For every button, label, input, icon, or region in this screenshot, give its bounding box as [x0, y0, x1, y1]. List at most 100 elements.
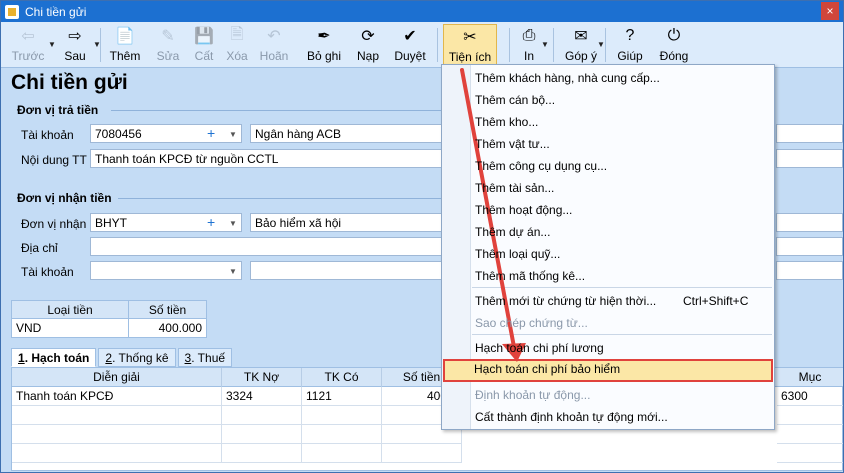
payee-account-extra-input[interactable] [250, 261, 450, 280]
print-dropdown-icon[interactable]: ▼ [541, 40, 549, 49]
grid-cell[interactable] [302, 425, 382, 444]
payer-bank-input-tail[interactable] [776, 124, 843, 143]
tab-3[interactable]: 3. Thuế [177, 348, 233, 367]
next-dropdown-icon[interactable]: ▼ [93, 40, 101, 49]
toolbar-button-12[interactable]: ✉ Góp ý [561, 24, 601, 66]
grid-cell[interactable] [302, 406, 382, 425]
prev-dropdown-icon[interactable]: ▼ [48, 40, 56, 49]
grid-cell[interactable] [12, 444, 222, 463]
menu-item[interactable]: Thêm vật tư... [475, 133, 771, 155]
menu-item[interactable]: Thêm dự án... [475, 221, 771, 243]
menu-item[interactable]: Cất thành định khoản tự động mới... [475, 406, 771, 428]
grid-header-2[interactable]: TK Có [302, 368, 382, 387]
toolbar-button-6[interactable]: ↶ Hoãn [257, 24, 291, 66]
grid-cell[interactable] [777, 406, 843, 425]
grid-cell[interactable]: Thanh toán KPCĐ [12, 387, 222, 406]
feedback-dropdown-icon[interactable]: ▼ [597, 40, 605, 49]
grid-header-1[interactable]: TK Nợ [222, 368, 302, 387]
toolbar-button-11[interactable]: ⎙ In [517, 24, 541, 66]
grid-cell[interactable]: 1121 [302, 387, 382, 406]
menu-item-insurance-cost[interactable]: Hạch toán chi phí bảo hiểm [474, 358, 770, 380]
grid-cell[interactable] [12, 406, 222, 425]
toolbar-button-2[interactable]: 📄 Thêm [107, 24, 143, 66]
menu-item-label: Hạch toán chi phí bảo hiểm [474, 362, 621, 376]
grid-cell[interactable] [777, 444, 843, 463]
reload-icon: ⟳ [361, 28, 375, 45]
arrow-right-icon: ⇨ [68, 28, 82, 45]
toolbar-button-7[interactable]: ✒ Bỏ ghi [303, 24, 345, 66]
menu-item[interactable]: Thêm mã thống kê... [475, 265, 771, 287]
tab-1[interactable]: 1. Hạch toán [11, 348, 97, 367]
menu-item-label: Thêm cán bộ... [475, 93, 556, 107]
grid-header-0[interactable]: Diễn giải [12, 368, 222, 387]
grid-cell[interactable] [222, 444, 302, 463]
menu-item[interactable]: Thêm hoạt động... [475, 199, 771, 221]
payer-account-value: 7080456 [95, 127, 142, 141]
menu-item[interactable]: Định khoản tự động... [475, 384, 771, 406]
tab-2[interactable]: 2. Thống kê [98, 348, 176, 367]
menu-item[interactable]: Sao chép chứng từ... [475, 312, 771, 334]
menu-item-label: Thêm hoạt động... [475, 203, 573, 217]
payer-bank-name: Ngân hàng ACB [255, 127, 342, 141]
menu-item[interactable]: Hạch toán chi phí lương [475, 337, 771, 359]
menu-item[interactable]: Thêm tài sản... [475, 177, 771, 199]
grid-cell[interactable] [777, 425, 843, 444]
menu-item-label: Thêm công cụ dụng cụ... [475, 159, 608, 173]
menu-item[interactable]: Thêm cán bộ... [475, 89, 771, 111]
payee-account-input[interactable] [90, 261, 242, 280]
toolbar-button-label: In [523, 49, 534, 63]
toolbar-button-8[interactable]: ⟳ Nạp [353, 24, 383, 66]
toolbar-button-14[interactable]: ⏻ Đóng [656, 24, 692, 66]
payee-unit-name-tail[interactable] [776, 213, 843, 232]
menu-item[interactable]: Thêm loại quỹ... [475, 243, 771, 265]
currency-type-cell[interactable]: VND [12, 319, 129, 337]
payee-address-tail[interactable] [776, 237, 843, 256]
toolbar-button-label: Xóa [226, 49, 248, 63]
grid-header-4[interactable]: Mục [777, 368, 843, 387]
toolbar-button-4[interactable]: 💾 Cất [191, 24, 217, 66]
toolbar-button-5[interactable]: 🗎 Xóa [223, 24, 251, 66]
grid-cell[interactable]: 3324 [222, 387, 302, 406]
toolbar-button-0[interactable]: ⇦ Trước [7, 24, 49, 66]
toolbar-button-10[interactable]: ✂ Tiện ích [443, 24, 497, 66]
menu-item[interactable]: Thêm công cụ dụng cụ... [475, 155, 771, 177]
grid-cell[interactable]: 6300 [777, 387, 843, 406]
toolbar-button-13[interactable]: ? Giúp [613, 24, 647, 66]
menu-item-label: Thêm khách hàng, nhà cung cấp... [475, 71, 660, 85]
payee-address-input[interactable] [90, 237, 450, 256]
payee-unit-dropdown-icon[interactable]: ▼ [229, 219, 237, 228]
toolbar-button-9[interactable]: ✔ Duyệt [391, 24, 429, 66]
grid-cell[interactable] [382, 444, 462, 463]
payee-account-dropdown-icon[interactable]: ▼ [229, 267, 237, 276]
menu-item-label: Thêm mã thống kê... [475, 269, 586, 283]
currency-amount-cell[interactable]: 400.000 [129, 319, 206, 337]
payee-unit-add-icon[interactable]: + [207, 215, 215, 230]
menu-item[interactable]: Thêm kho... [475, 111, 771, 133]
payer-account-dropdown-icon[interactable]: ▼ [229, 130, 237, 139]
payee-unit-label: Đơn vị nhận [21, 217, 87, 231]
menu-separator [472, 287, 772, 288]
grid-cell[interactable] [12, 425, 222, 444]
menu-item[interactable]: Thêm mới từ chứng từ hiện thời... Ctrl+Sh… [475, 290, 771, 312]
payer-bank-input[interactable]: Ngân hàng ACB [250, 124, 450, 143]
payee-unit-name-input[interactable]: Bảo hiểm xã hội [250, 213, 450, 232]
toolbar-button-label: Bỏ ghi [306, 49, 342, 63]
payee-unit-input[interactable]: BHYT [90, 213, 242, 232]
grid-cell[interactable] [222, 425, 302, 444]
payee-address-label: Địa chỉ [21, 241, 58, 255]
payer-content-input-tail[interactable] [776, 149, 843, 168]
grid-cell[interactable] [222, 406, 302, 425]
menu-item[interactable]: Thêm khách hàng, nhà cung cấp... [475, 67, 771, 89]
toolbar-button-3[interactable]: ✎ Sửa [152, 24, 184, 66]
currency-row[interactable]: VND 400.000 [11, 319, 207, 338]
new-document-icon: 📄 [115, 28, 135, 45]
payer-account-input[interactable]: 7080456 [90, 124, 242, 143]
payer-account-add-icon[interactable]: + [207, 126, 215, 141]
grid-cell[interactable] [302, 444, 382, 463]
payer-content-input[interactable]: Thanh toán KPCĐ từ nguồn CCTL [90, 149, 450, 168]
toolbar-button-1[interactable]: ⇨ Sau [56, 24, 94, 66]
payee-account-extra-tail[interactable] [776, 261, 843, 280]
title-bar[interactable]: Chi tiền gửi × [1, 1, 843, 22]
window-close-icon[interactable]: × [821, 2, 839, 20]
delete-icon: 🗎 [230, 25, 244, 43]
